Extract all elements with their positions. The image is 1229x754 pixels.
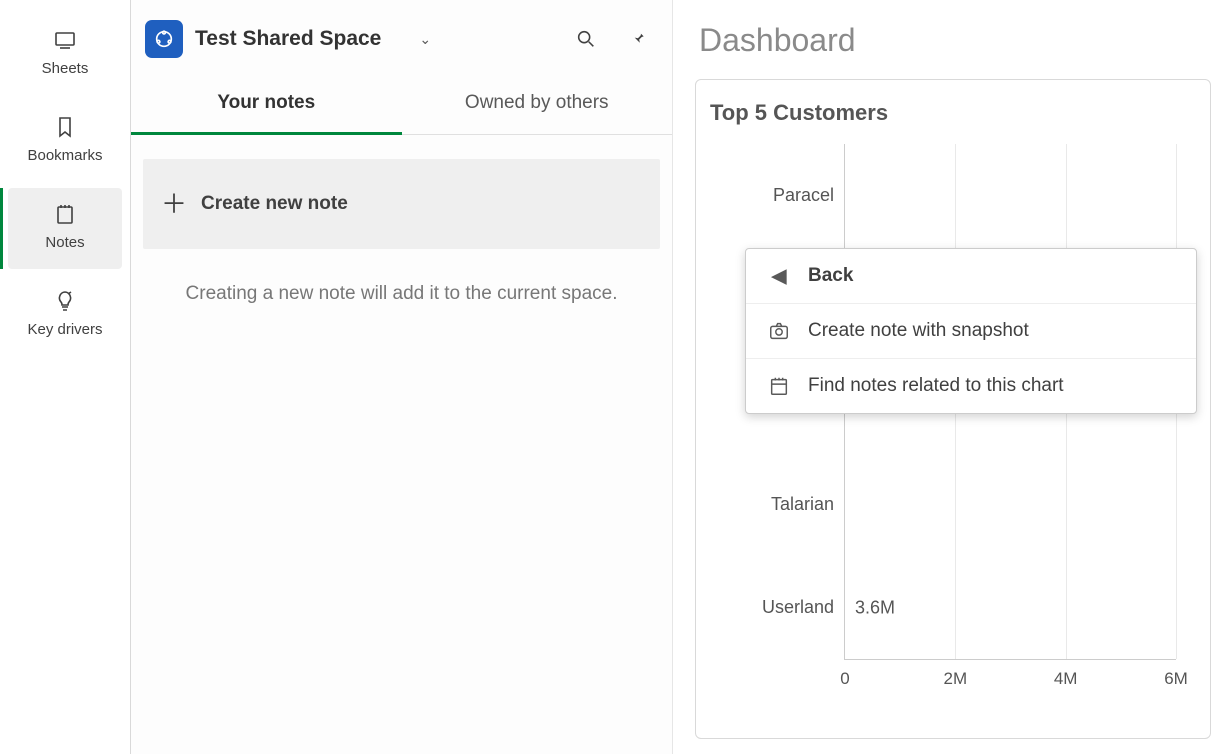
x-tick: 0 [840, 669, 849, 689]
space-icon [145, 20, 183, 58]
create-note-label: Create new note [201, 193, 348, 215]
menu-item-label: Create note with snapshot [808, 320, 1029, 342]
dashboard-title: Dashboard [699, 22, 1211, 59]
nav-label: Key drivers [27, 321, 102, 338]
category-label: Userland [714, 597, 834, 618]
menu-create-snapshot[interactable]: Create note with snapshot [746, 304, 1196, 359]
x-tick: 4M [1054, 669, 1078, 689]
nav-label: Bookmarks [27, 147, 102, 164]
tab-your-notes[interactable]: Your notes [131, 76, 402, 135]
notes-tabs: Your notes Owned by others [131, 76, 672, 135]
notes-icon [53, 202, 77, 226]
lightbulb-icon [53, 289, 77, 313]
back-icon: ◀ [768, 265, 790, 287]
menu-back-label: Back [808, 265, 853, 287]
space-dropdown-chevron[interactable]: ⌄ [419, 31, 431, 48]
menu-find-notes[interactable]: Find notes related to this chart [746, 359, 1196, 413]
nav-item-keydrivers[interactable]: Key drivers [8, 275, 122, 356]
nav-label: Notes [45, 234, 84, 251]
bar-chart: 02M4M6M5.69M4.54M3.6MParacelDeaTalarianU… [714, 144, 1204, 714]
camera-icon [768, 320, 790, 342]
left-nav: Sheets Bookmarks Notes Key drivers [0, 0, 131, 754]
sheets-icon [53, 28, 77, 52]
value-label: 3.6M [855, 598, 895, 619]
calendar-note-icon [768, 375, 790, 397]
search-icon [575, 28, 597, 50]
notes-panel: Test Shared Space ⌄ Your notes Owned by … [131, 0, 673, 754]
nav-item-sheets[interactable]: Sheets [8, 14, 122, 95]
pin-button[interactable] [624, 25, 652, 53]
panel-header: Test Shared Space ⌄ [131, 0, 672, 76]
bookmark-icon [53, 115, 77, 139]
search-button[interactable] [572, 25, 600, 53]
menu-back[interactable]: ◀ Back [746, 249, 1196, 304]
tab-owned-by-others[interactable]: Owned by others [402, 76, 673, 135]
category-label: Paracel [714, 185, 834, 206]
nav-item-notes[interactable]: Notes [8, 188, 122, 269]
x-tick: 6M [1164, 669, 1188, 689]
panel-body: ＋ Create new note Creating a new note wi… [131, 135, 672, 329]
chart-context-menu: ◀ Back Create note with snapshot Find no… [745, 248, 1197, 414]
chart-title: Top 5 Customers [710, 100, 1204, 126]
panel-hint: Creating a new note will add it to the c… [143, 283, 660, 305]
pin-icon [627, 28, 649, 50]
nav-item-bookmarks[interactable]: Bookmarks [8, 101, 122, 182]
menu-item-label: Find notes related to this chart [808, 375, 1064, 397]
space-title: Test Shared Space [195, 27, 381, 51]
nav-label: Sheets [42, 60, 89, 77]
x-tick: 2M [944, 669, 968, 689]
create-note-button[interactable]: ＋ Create new note [143, 159, 660, 249]
category-label: Talarian [714, 494, 834, 515]
